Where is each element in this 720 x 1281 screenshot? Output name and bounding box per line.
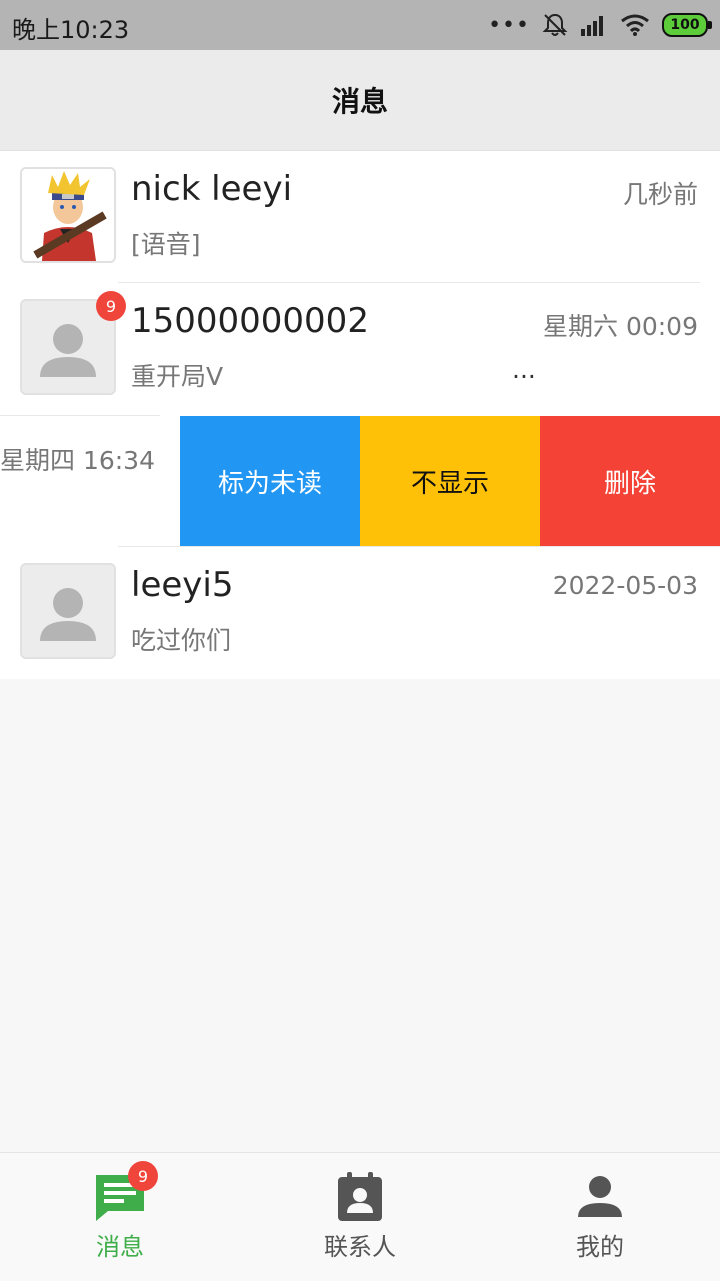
message-time: 几秒前 — [622, 180, 698, 209]
status-icons: ••• 100 — [488, 8, 712, 42]
tab-contacts[interactable]: 联系人 — [240, 1153, 480, 1281]
wifi-icon — [621, 14, 649, 36]
conversation-item[interactable]: leeyi5 吃过你们 2022-05-03 — [0, 547, 720, 679]
tab-label: 我的 — [576, 1233, 624, 1261]
naruto-avatar-icon — [22, 169, 114, 261]
message-preview: 重开局V — [131, 362, 224, 391]
divider — [0, 415, 160, 416]
tab-messages[interactable]: 9 消息 — [0, 1153, 240, 1281]
avatar — [20, 167, 116, 263]
signal-icon — [581, 16, 603, 36]
battery-icon: 100 — [662, 13, 712, 37]
message-preview: 吃过你们 — [131, 626, 232, 655]
tab-label: 消息 — [96, 1233, 144, 1261]
swipe-actions: 标为未读 不显示 删除 — [180, 416, 720, 546]
conversation-item[interactable]: nick leeyi [语音] 几秒前 — [0, 151, 720, 283]
message-preview: [语音] — [131, 230, 201, 259]
delete-label: 删除 — [603, 468, 656, 499]
mute-bell-icon — [542, 13, 568, 36]
contact-name: 15000000002 — [131, 301, 369, 341]
message-time: 星期四 16:34 — [0, 446, 155, 475]
default-person-icon — [22, 565, 114, 657]
page-title: 消息 — [331, 85, 388, 118]
tab-label: 联系人 — [324, 1233, 396, 1261]
conversation-item[interactable]: 9 15000000002 重开局V ... 星期六 00:09 — [0, 283, 720, 415]
more-dots-icon: ••• — [488, 12, 530, 38]
mark-unread-label: 标为未读 — [217, 468, 322, 499]
conversation-item-swiped[interactable]: 星期四 16:34 标为未读 不显示 删除 — [0, 415, 720, 547]
conversation-list: nick leeyi [语音] 几秒前 9 15000000002 重开局V .… — [0, 151, 720, 679]
title-bar: 消息 — [0, 50, 720, 151]
contact-name: leeyi5 — [131, 565, 234, 605]
message-time: 星期六 00:09 — [543, 312, 698, 341]
hide-label: 不显示 — [410, 468, 489, 499]
tab-badge: 9 — [128, 1161, 158, 1191]
bottom-tab-bar: 9 消息 联系人 我的 — [0, 1152, 720, 1281]
delete-button[interactable]: 删除 — [540, 416, 720, 546]
status-bar: 晚上10:23 ••• 100 — [0, 0, 720, 50]
contact-name: nick leeyi — [131, 169, 293, 209]
message-time: 2022-05-03 — [552, 571, 698, 600]
contacts-icon — [338, 1172, 382, 1221]
overflow-ellipsis: ... — [512, 355, 536, 384]
avatar — [20, 563, 116, 659]
status-time: 晚上10:23 — [12, 16, 130, 44]
tab-me[interactable]: 我的 — [480, 1153, 720, 1281]
unread-badge: 9 — [96, 291, 126, 321]
mark-unread-button[interactable]: 标为未读 — [180, 416, 360, 546]
hide-button[interactable]: 不显示 — [360, 416, 540, 546]
person-icon — [578, 1176, 622, 1217]
